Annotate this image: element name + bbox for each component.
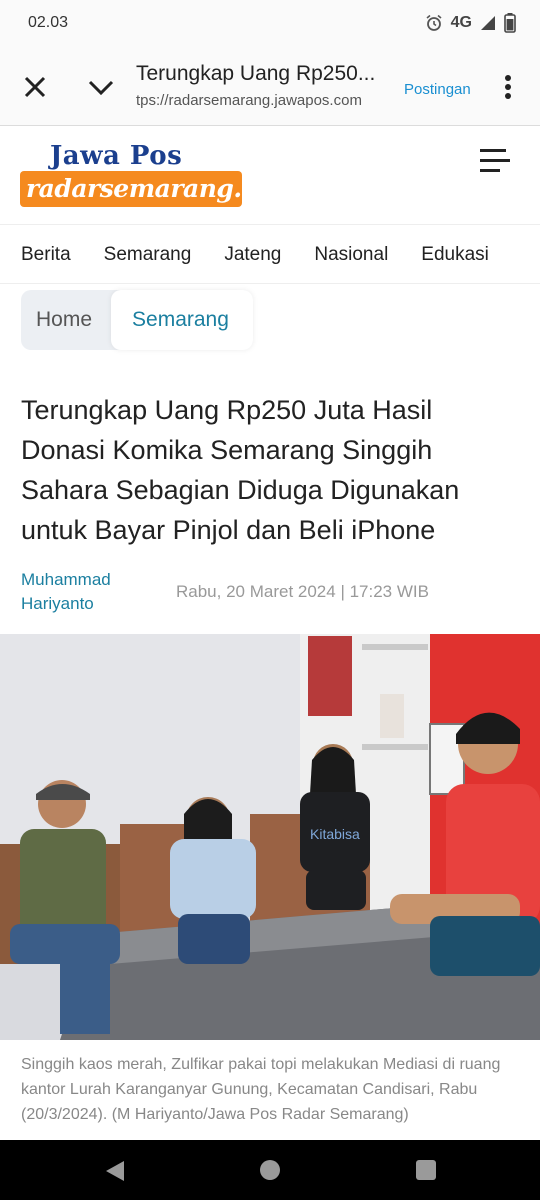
status-icons: 4G	[425, 13, 516, 33]
chevron-down-icon[interactable]	[86, 72, 116, 102]
logo-radarsemarang: radarsemarang.id	[20, 171, 268, 207]
home-icon[interactable]	[260, 1160, 280, 1180]
photo-shirt-text: Kitabisa	[310, 826, 360, 842]
signal-icon	[480, 15, 496, 31]
postingan-link[interactable]: Postingan	[404, 81, 471, 98]
hamburger-icon[interactable]	[480, 147, 510, 175]
system-nav-bar	[0, 1140, 540, 1200]
battery-icon	[504, 13, 516, 33]
site-header: Jawa Pos radarsemarang.id	[0, 127, 540, 225]
status-time: 02.03	[28, 14, 69, 31]
photo-caption: Singgih kaos merah, Zulfikar pakai topi …	[21, 1056, 501, 1123]
back-icon[interactable]	[104, 1159, 126, 1188]
article-author[interactable]: Muhammad Hariyanto	[21, 568, 141, 616]
article-photo: Kitabisa	[0, 634, 540, 1040]
status-bar: 02.03 4G	[0, 0, 540, 46]
nav-item-edukasi[interactable]: Edukasi	[421, 244, 489, 266]
page-url: tps://radarsemarang.jawapos.com	[136, 92, 362, 109]
nav-item-berita[interactable]: Berita	[21, 244, 71, 266]
category-nav: Berita Semarang Jateng Nasional Edukasi	[0, 226, 540, 284]
nav-item-jateng[interactable]: Jateng	[224, 244, 281, 266]
alarm-icon	[425, 14, 443, 32]
recents-icon[interactable]	[416, 1160, 436, 1180]
more-vert-icon[interactable]	[498, 72, 518, 102]
article-date: Rabu, 20 Maret 2024 | 17:23 WIB	[176, 582, 429, 601]
logo-jawapos: Jawa Pos	[50, 141, 183, 171]
browser-toolbar: Terungkap Uang Rp250... tps://radarsemar…	[0, 46, 540, 126]
nav-item-semarang[interactable]: Semarang	[104, 244, 192, 266]
breadcrumb: Home Semarang	[21, 290, 253, 350]
breadcrumb-current[interactable]: Semarang	[111, 290, 253, 350]
network-type: 4G	[450, 14, 472, 31]
close-icon[interactable]	[20, 72, 50, 102]
page-title: Terungkap Uang Rp250...	[136, 62, 376, 85]
nav-item-nasional[interactable]: Nasional	[314, 244, 388, 266]
breadcrumb-home[interactable]: Home	[21, 290, 111, 350]
article-headline: Terungkap Uang Rp250 Juta Hasil Donasi K…	[21, 395, 460, 545]
site-logo[interactable]: Jawa Pos radarsemarang.id	[20, 141, 268, 211]
